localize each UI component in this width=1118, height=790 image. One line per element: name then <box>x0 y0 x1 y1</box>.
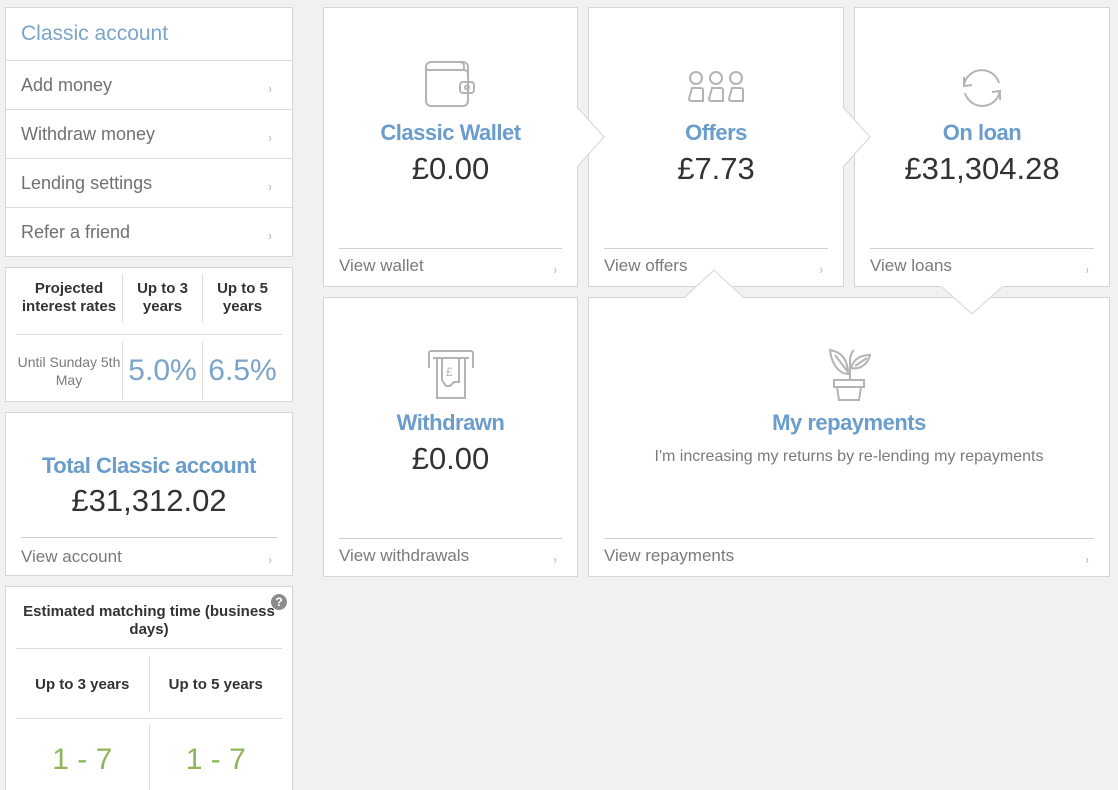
menu-item-add-money[interactable]: Add money › <box>6 61 292 110</box>
total-account-title: Total Classic account <box>41 453 257 478</box>
view-wallet-link[interactable]: View wallet › <box>339 248 562 283</box>
tile-title: Classic Wallet <box>380 120 521 145</box>
matching-header-5-years: Up to 5 years <box>148 655 283 713</box>
view-account-link[interactable]: View account › <box>21 537 277 575</box>
rates-header-5-years: Up to 5 years <box>202 274 282 322</box>
view-withdrawals-link[interactable]: View withdrawals › <box>339 538 562 573</box>
tile-subtitle: I'm increasing my returns by re-lending … <box>654 448 1044 465</box>
view-loans-link[interactable]: View loans › <box>870 248 1094 283</box>
view-repayments-link[interactable]: View repayments › <box>604 538 1094 573</box>
menu-item-refer-a-friend[interactable]: Refer a friend › <box>6 208 292 257</box>
flow-arrow-loan-to-repayments <box>941 286 1003 315</box>
tile-value: £7.73 <box>677 151 755 186</box>
rates-period: Until Sunday 5th May <box>17 353 121 388</box>
my-repayments-tile: My repayments I'm increasing my returns … <box>588 297 1110 577</box>
tile-value: £0.00 <box>411 441 490 476</box>
link-label: View withdrawals <box>339 546 470 565</box>
link-label: View wallet <box>339 256 424 275</box>
flow-arrow-offers-to-loan <box>842 106 871 168</box>
svg-text:£: £ <box>446 365 453 379</box>
rates-value-row: Until Sunday 5th May 5.0% 6.5% <box>16 336 282 401</box>
matching-value-5-years: 1 - 7 <box>148 725 283 790</box>
offers-tile: Offers £7.73 View offers › <box>588 7 844 287</box>
link-label: View repayments <box>604 546 735 565</box>
menu-item-lending-settings[interactable]: Lending settings › <box>6 159 292 208</box>
rate-5-years: 6.5% <box>202 342 282 399</box>
chevron-right-icon: › <box>553 261 557 277</box>
interest-rates-table: Projected interest rates Up to 3 years U… <box>5 267 293 402</box>
matching-value-row: 1 - 7 1 - 7 <box>16 725 282 790</box>
rate-3-years: 5.0% <box>122 342 202 399</box>
chevron-right-icon: › <box>268 552 272 567</box>
divider <box>16 718 282 719</box>
tile-value: £31,304.28 <box>904 151 1060 186</box>
chevron-right-icon: › <box>819 261 823 277</box>
menu-item-label: Lending settings <box>21 172 153 193</box>
tile-title: On loan <box>942 120 1022 145</box>
chevron-right-icon: › <box>268 129 272 145</box>
flow-arrow-wallet-to-offers <box>576 106 605 168</box>
tile-title: Offers <box>685 120 747 145</box>
link-label: View loans <box>870 256 952 275</box>
chevron-right-icon: › <box>268 228 272 243</box>
matching-time-table: ? Estimated matching time (business days… <box>5 586 293 790</box>
classic-wallet-tile: Classic Wallet £0.00 View wallet › <box>323 7 578 287</box>
on-loan-tile: On loan £31,304.28 View loans › <box>854 7 1110 287</box>
total-account-card: Total Classic account £31,312.02 View ac… <box>5 412 293 576</box>
refresh-icon <box>957 63 1007 113</box>
rates-header-row: Projected interest rates Up to 3 years U… <box>16 268 282 335</box>
wallet-icon <box>424 58 478 110</box>
flow-arrow-repayments-to-offers <box>683 269 745 299</box>
rates-header-label: Projected interest rates <box>21 280 117 315</box>
chevron-right-icon: › <box>268 80 272 96</box>
withdrawn-tile: £ Withdrawn £0.00 View withdrawals › <box>323 297 578 577</box>
matching-value-3-years: 1 - 7 <box>52 743 113 776</box>
chevron-right-icon: › <box>268 178 272 194</box>
total-account-value: £31,312.02 <box>71 483 227 518</box>
menu-item-withdraw-money[interactable]: Withdraw money › <box>6 110 292 159</box>
menu-item-label: Refer a friend <box>21 222 131 242</box>
tile-value: £0.00 <box>411 151 490 186</box>
menu-item-label: Add money <box>21 74 113 95</box>
chevron-right-icon: › <box>1085 551 1089 567</box>
atm-cash-icon: £ <box>425 348 477 400</box>
chevron-right-icon: › <box>1085 261 1089 277</box>
menu-title: Classic account <box>6 8 292 61</box>
menu-item-label: Withdraw money <box>21 123 156 144</box>
tile-title: Withdrawn <box>396 410 505 435</box>
link-label: View offers <box>604 256 688 275</box>
matching-title: Estimated matching time (business days) <box>23 603 275 638</box>
matching-header-3-years: Up to 3 years <box>35 675 130 693</box>
divider <box>16 648 282 649</box>
rates-header-3-years: Up to 3 years <box>122 274 202 322</box>
tile-title: My repayments <box>772 410 926 435</box>
link-label: View account <box>21 546 122 566</box>
people-icon <box>688 70 744 104</box>
plant-icon <box>826 348 872 402</box>
matching-header-row: Up to 3 years Up to 5 years <box>16 655 282 713</box>
chevron-right-icon: › <box>553 551 557 567</box>
account-menu: Classic account Add money › Withdraw mon… <box>5 7 293 257</box>
